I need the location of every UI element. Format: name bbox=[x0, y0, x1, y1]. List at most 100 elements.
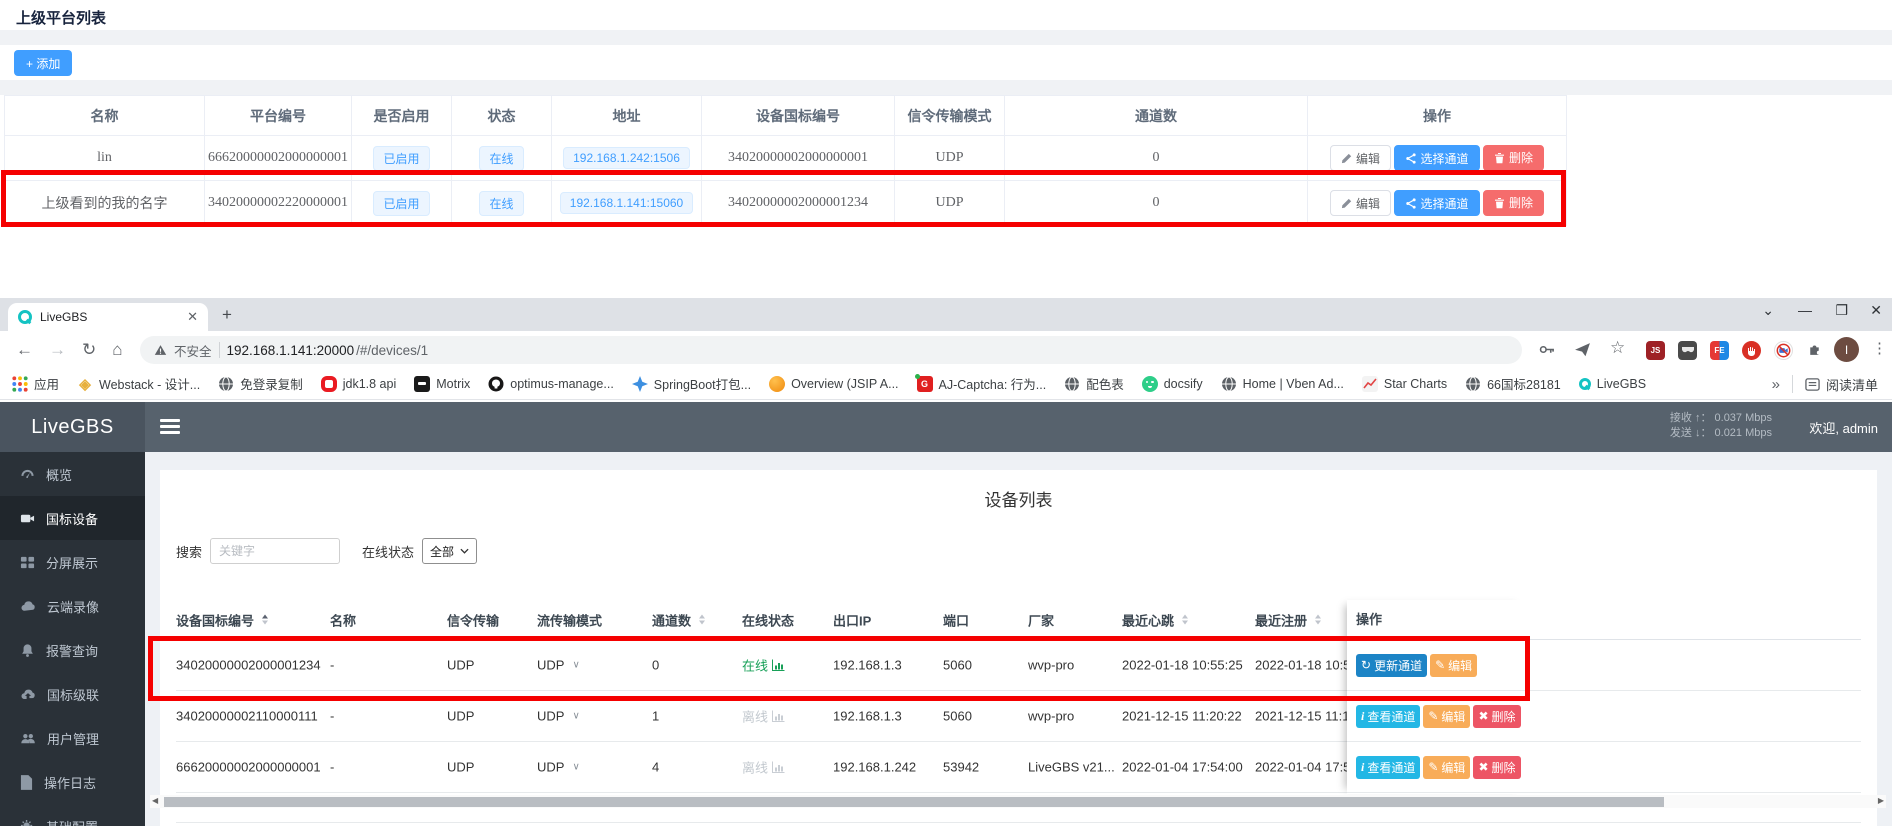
edit-button[interactable]: ✎编辑 bbox=[1423, 705, 1470, 728]
col-channels[interactable]: 通道数 bbox=[652, 610, 706, 629]
sidebar-item-overview[interactable]: 概览 bbox=[0, 452, 145, 496]
online-status-label: 在线状态 bbox=[362, 542, 414, 561]
new-tab-button[interactable]: + bbox=[222, 305, 232, 325]
bandwidth-chart-icon bbox=[772, 659, 785, 671]
address-badge[interactable]: 192.168.1.141:15060 bbox=[560, 192, 693, 214]
bookmark-vben-home[interactable]: Home | Vben Ad... bbox=[1221, 376, 1344, 392]
add-button[interactable]: + 添加 bbox=[14, 50, 72, 76]
bookmark-docsify[interactable]: docsify bbox=[1142, 376, 1203, 392]
search-row: 搜索 在线状态 全部 bbox=[176, 538, 477, 564]
browser-menu-icon[interactable]: ⋮ bbox=[1872, 339, 1887, 357]
address-badge[interactable]: 192.168.1.242:1506 bbox=[563, 147, 690, 169]
window-maximize-icon[interactable]: ❒ bbox=[1835, 302, 1848, 319]
tab-livegbs[interactable]: LiveGBS ✕ bbox=[8, 303, 208, 331]
bookmark-overview-jsip[interactable]: Overview (JSIP A... bbox=[769, 376, 898, 392]
online-status: 离线 bbox=[742, 758, 785, 777]
bookmarks-bar: 应用 ◈ Webstack - 设计... 免登录复制 jdk1.8 api M… bbox=[0, 368, 1892, 400]
extension-js-icon[interactable]: JS bbox=[1646, 341, 1665, 360]
sidebar-item-split-screen[interactable]: 分屏展示 bbox=[0, 540, 145, 584]
extension-fe-icon[interactable]: FE bbox=[1710, 341, 1729, 360]
forward-icon[interactable]: → bbox=[49, 340, 66, 360]
tab-title: LiveGBS bbox=[40, 310, 179, 324]
view-channels-button[interactable]: i查看通道 bbox=[1356, 705, 1420, 728]
enabled-badge: 已启用 bbox=[373, 146, 429, 171]
bookmark-livegbs[interactable]: LiveGBS bbox=[1579, 377, 1646, 391]
col-heartbeat[interactable]: 最近心跳 bbox=[1122, 610, 1189, 629]
col-device-id[interactable]: 设备国标编号 bbox=[176, 610, 269, 629]
stream-mode-select[interactable]: UDP∨ bbox=[537, 760, 580, 775]
select-channel-button[interactable]: 选择通道 bbox=[1394, 190, 1479, 216]
tab-close-icon[interactable]: ✕ bbox=[187, 309, 198, 325]
security-label: 不安全 bbox=[174, 341, 212, 360]
stream-mode-select[interactable]: UDP∨ bbox=[537, 658, 580, 673]
device-list-card: 设备列表 搜索 在线状态 全部 设备国标编号 名称 信令传输 流传输模式 通道数 bbox=[160, 470, 1877, 826]
scroll-right-icon[interactable]: ▶ bbox=[1878, 796, 1884, 805]
reload-icon[interactable]: ↻ bbox=[82, 340, 96, 360]
extension-camera-block-icon[interactable] bbox=[1774, 341, 1793, 360]
delete-button[interactable]: ✖删除 bbox=[1473, 756, 1520, 779]
sidebar-item-alarm-query[interactable]: 报警查询 bbox=[0, 628, 145, 672]
select-channel-button[interactable]: 选择通道 bbox=[1394, 145, 1479, 171]
info-icon: i bbox=[1361, 760, 1364, 775]
profile-avatar[interactable]: I bbox=[1834, 337, 1859, 362]
update-channels-button[interactable]: ↻更新通道 bbox=[1356, 654, 1427, 677]
col-registered[interactable]: 最近注册 bbox=[1255, 610, 1322, 629]
horizontal-scrollbar[interactable]: ◀ ▶ bbox=[150, 795, 1886, 808]
livegbs-favicon bbox=[18, 310, 32, 324]
device-row-actions: i查看通道 ✎编辑 ✖删除 bbox=[1347, 742, 1527, 793]
sidebar-item-operation-log[interactable]: 操作日志 bbox=[0, 760, 145, 804]
window-minimize-icon[interactable]: — bbox=[1798, 302, 1812, 318]
tab-bar: LiveGBS ✕ + ⌄ — ❒ ✕ bbox=[0, 298, 1892, 331]
bookmarks-overflow-icon[interactable]: » bbox=[1772, 376, 1780, 393]
app-logo[interactable]: LiveGBS bbox=[0, 402, 145, 452]
bookmark-color-table[interactable]: 配色表 bbox=[1064, 374, 1124, 393]
sidebar-item-user-management[interactable]: 用户管理 bbox=[0, 716, 145, 760]
extensions-puzzle-icon[interactable] bbox=[1806, 341, 1823, 358]
platform-row-highlighted: 上级看到的我的名字 34020000002220000001 已启用 在线 19… bbox=[5, 181, 1567, 226]
sidebar-toggle-icon[interactable] bbox=[160, 419, 180, 437]
reading-list-button[interactable]: 阅读清单 bbox=[1805, 375, 1878, 394]
delete-button[interactable]: 删除 bbox=[1483, 190, 1544, 216]
send-icon[interactable] bbox=[1574, 341, 1591, 358]
scrollbar-thumb[interactable] bbox=[164, 797, 1664, 807]
welcome-user[interactable]: 欢迎, admin bbox=[1809, 418, 1878, 437]
bookmark-gb28181[interactable]: 66国标28181 bbox=[1465, 374, 1561, 393]
edit-button[interactable]: ✎编辑 bbox=[1423, 756, 1470, 779]
col-stream-mode: 流传输模式 bbox=[537, 610, 602, 629]
scroll-left-icon[interactable]: ◀ bbox=[152, 796, 158, 805]
bookmark-springboot[interactable]: SpringBoot打包... bbox=[632, 374, 751, 393]
extension-mask-icon[interactable] bbox=[1678, 341, 1697, 360]
sidebar-item-gb-cascade[interactable]: 国标级联 bbox=[0, 672, 145, 716]
delete-button[interactable]: ✖删除 bbox=[1473, 705, 1520, 728]
search-label: 搜索 bbox=[176, 542, 202, 561]
bookmark-star-charts[interactable]: Star Charts bbox=[1362, 376, 1447, 392]
bookmark-motrix[interactable]: Motrix bbox=[414, 376, 470, 392]
sidebar-item-gb-devices[interactable]: 国标设备 bbox=[0, 496, 145, 540]
online-status[interactable]: 在线 bbox=[742, 656, 785, 675]
tab-search-chevron-icon[interactable]: ⌄ bbox=[1762, 302, 1774, 319]
back-icon[interactable]: ← bbox=[16, 340, 33, 360]
sidebar-item-cloud-record[interactable]: 云端录像 bbox=[0, 584, 145, 628]
bookmark-webstack[interactable]: ◈ Webstack - 设计... bbox=[77, 374, 200, 393]
view-channels-button[interactable]: i查看通道 bbox=[1356, 756, 1420, 779]
online-status-select[interactable]: 全部 bbox=[422, 538, 477, 564]
url-field[interactable]: 不安全 192.168.1.141:20000/#/devices/1 bbox=[140, 336, 1522, 364]
edit-button[interactable]: ✎编辑 bbox=[1430, 654, 1477, 677]
extension-hand-icon[interactable] bbox=[1742, 341, 1761, 360]
delete-button[interactable]: 删除 bbox=[1483, 145, 1544, 171]
bookmark-optimus[interactable]: optimus-manage... bbox=[488, 376, 614, 392]
search-input[interactable] bbox=[210, 538, 340, 564]
edit-button[interactable]: 编辑 bbox=[1330, 145, 1391, 171]
bookmark-jdk-api[interactable]: jdk1.8 api bbox=[321, 376, 397, 392]
bookmark-star-icon[interactable]: ☆ bbox=[1610, 338, 1625, 358]
bookmark-aj-captcha[interactable]: G AJ-Captcha: 行为... bbox=[917, 374, 1047, 393]
key-icon[interactable] bbox=[1538, 341, 1555, 358]
window-close-icon[interactable]: ✕ bbox=[1870, 302, 1882, 319]
col-enabled: 是否启用 bbox=[352, 96, 452, 136]
stream-mode-select[interactable]: UDP∨ bbox=[537, 709, 580, 724]
home-icon[interactable]: ⌂ bbox=[112, 340, 122, 360]
bookmark-apps[interactable]: 应用 bbox=[12, 374, 59, 393]
sidebar-item-basic-config[interactable]: 基础配置 bbox=[0, 804, 145, 826]
edit-button[interactable]: 编辑 bbox=[1330, 190, 1391, 216]
bookmark-copy-free[interactable]: 免登录复制 bbox=[218, 374, 303, 393]
